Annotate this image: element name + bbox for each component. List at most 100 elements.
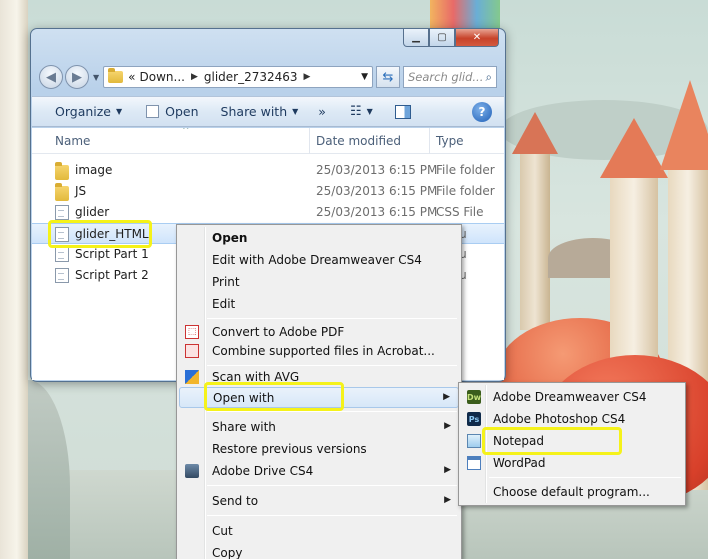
menu-separator — [207, 485, 457, 486]
chevron-down-icon: ▼ — [366, 107, 373, 116]
forward-button[interactable]: ▶ — [65, 65, 89, 89]
address-dropdown-icon[interactable]: ▼ — [361, 72, 368, 82]
menu-item-combine-acrobat[interactable]: Combine supported files in Acrobat... — [179, 341, 459, 362]
file-name: image — [75, 163, 113, 177]
refresh-icon: ⇆ — [382, 69, 394, 85]
breadcrumb-chevron-icon[interactable]: ▶ — [191, 72, 198, 82]
maximize-button[interactable]: ▢ — [429, 29, 455, 47]
chevron-down-icon: ▼ — [292, 107, 299, 116]
submenu-item-photoshop[interactable]: Ps Adobe Photoshop CS4 — [461, 409, 683, 430]
menu-item-label: Adobe Drive CS4 — [212, 464, 314, 478]
file-name: glider_HTML — [75, 227, 149, 241]
submenu-item-label: Choose default program... — [493, 485, 650, 499]
menu-item-label: Send to — [212, 494, 259, 508]
breadcrumb-current[interactable]: glider_2732463 — [204, 70, 298, 84]
back-button[interactable]: ◀ — [39, 65, 63, 89]
details-view-icon: ☷ — [349, 104, 362, 119]
recent-pages-dropdown[interactable]: ▼ — [93, 73, 99, 82]
refresh-button[interactable]: ⇆ — [376, 66, 400, 88]
submenu-item-wordpad[interactable]: WordPad — [461, 453, 683, 474]
menu-item-copy[interactable]: Copy — [179, 543, 459, 559]
wallpaper-tower-roof — [660, 80, 708, 170]
submenu-item-notepad[interactable]: Notepad — [461, 431, 683, 452]
file-row[interactable]: JS 25/03/2013 6:15 PM File folder — [32, 181, 504, 202]
share-with-label: Share with — [220, 104, 288, 119]
adobe-pdf-icon: ⬚ — [185, 325, 199, 339]
menu-item-label: Copy — [212, 546, 243, 559]
column-header-type[interactable]: Type — [436, 134, 464, 148]
menu-item-restore-versions[interactable]: Restore previous versions — [179, 439, 459, 460]
file-row[interactable]: glider 25/03/2013 6:15 PM CSS File — [32, 202, 504, 223]
file-name: Script Part 2 — [75, 268, 149, 282]
close-button[interactable]: ✕ — [455, 29, 499, 47]
organize-label: Organize — [55, 104, 111, 119]
menu-item-edit-dreamweaver[interactable]: Edit with Adobe Dreamweaver CS4 — [179, 250, 459, 271]
view-options-button[interactable]: ☷ ▼ — [343, 97, 380, 126]
menu-item-label: Share with — [212, 420, 276, 434]
menu-item-label: Convert to Adobe PDF — [212, 325, 345, 339]
open-button[interactable]: Open — [139, 97, 205, 126]
submenu-arrow-icon: ▶ — [444, 421, 451, 431]
menu-item-print[interactable]: Print — [179, 272, 459, 293]
menu-item-cut[interactable]: Cut — [179, 521, 459, 542]
file-name: JS — [75, 184, 87, 198]
breadcrumb-chevron-icon[interactable]: ▶ — [304, 72, 311, 82]
column-divider[interactable] — [429, 128, 430, 154]
file-row[interactable]: image 25/03/2013 6:15 PM File folder — [32, 160, 504, 181]
submenu-item-choose-default[interactable]: Choose default program... — [461, 482, 683, 503]
minimize-button[interactable]: ▁ — [403, 29, 429, 47]
address-bar[interactable]: « Down... ▶ glider_2732463 ▶ ▼ — [103, 66, 373, 88]
menu-item-label: Cut — [212, 524, 233, 538]
menu-item-send-to[interactable]: Send to ▶ — [179, 491, 459, 512]
file-type: CSS File — [436, 205, 484, 219]
menu-item-adobe-drive[interactable]: Adobe Drive CS4 ▶ — [179, 461, 459, 482]
column-headers: Name ^ Date modified Type — [32, 128, 504, 154]
breadcrumb-parent[interactable]: Down... — [140, 70, 185, 84]
submenu-item-label: Adobe Photoshop CS4 — [493, 412, 626, 426]
menu-item-label: Print — [212, 275, 240, 289]
file-date: 25/03/2013 6:15 PM — [316, 163, 438, 177]
menu-item-edit[interactable]: Edit — [179, 294, 459, 315]
menu-item-open-with[interactable]: Open with ▶ — [179, 387, 459, 408]
menu-item-convert-pdf[interactable]: ⬚ Convert to Adobe PDF — [179, 322, 459, 343]
column-header-name[interactable]: Name — [55, 134, 90, 148]
menu-item-label: Edit — [212, 297, 236, 311]
menu-item-scan-avg[interactable]: Scan with AVG — [179, 367, 459, 388]
sort-chevron-icon: ^ — [182, 128, 190, 136]
breadcrumb-root[interactable]: « — [128, 70, 135, 84]
menu-item-open[interactable]: Open — [179, 228, 459, 249]
column-divider[interactable] — [309, 128, 310, 154]
search-input[interactable]: Search glid... ⌕ — [403, 66, 497, 88]
file-name: Script Part 1 — [75, 247, 149, 261]
preview-pane-button[interactable] — [388, 97, 418, 126]
file-type: File folder — [436, 163, 495, 177]
wallpaper-tower-roof — [512, 112, 558, 154]
organize-button[interactable]: Organize ▼ — [32, 97, 129, 126]
menu-separator — [207, 515, 457, 516]
document-icon — [55, 205, 69, 220]
submenu-item-dreamweaver[interactable]: Dw Adobe Dreamweaver CS4 — [461, 387, 683, 408]
menu-item-share-with[interactable]: Share with ▶ — [179, 417, 459, 438]
avg-icon — [185, 370, 199, 384]
submenu-item-label: Adobe Dreamweaver CS4 — [493, 390, 647, 404]
share-with-button[interactable]: Share with ▼ — [214, 97, 306, 126]
file-date: 25/03/2013 6:15 PM — [316, 205, 438, 219]
menu-separator — [207, 411, 457, 412]
help-button[interactable]: ? — [472, 101, 492, 122]
search-icon[interactable]: ⌕ — [486, 70, 492, 85]
help-icon: ? — [478, 104, 486, 119]
menu-item-label: Combine supported files in Acrobat... — [212, 344, 435, 358]
wordpad-icon — [467, 456, 481, 470]
notepad-icon — [467, 434, 481, 448]
submenu-item-label: Notepad — [493, 434, 544, 448]
dreamweaver-icon: Dw — [467, 390, 481, 404]
more-commands-button[interactable]: » — [311, 97, 333, 126]
document-icon — [55, 227, 69, 242]
menu-item-label: Edit with Adobe Dreamweaver CS4 — [212, 253, 422, 267]
maximize-icon: ▢ — [437, 32, 447, 43]
column-header-date-modified[interactable]: Date modified — [316, 134, 401, 148]
open-with-submenu: Dw Adobe Dreamweaver CS4 Ps Adobe Photos… — [458, 382, 686, 506]
search-placeholder: Search glid... — [408, 70, 484, 84]
open-label: Open — [165, 104, 199, 119]
submenu-arrow-icon: ▶ — [443, 392, 450, 402]
